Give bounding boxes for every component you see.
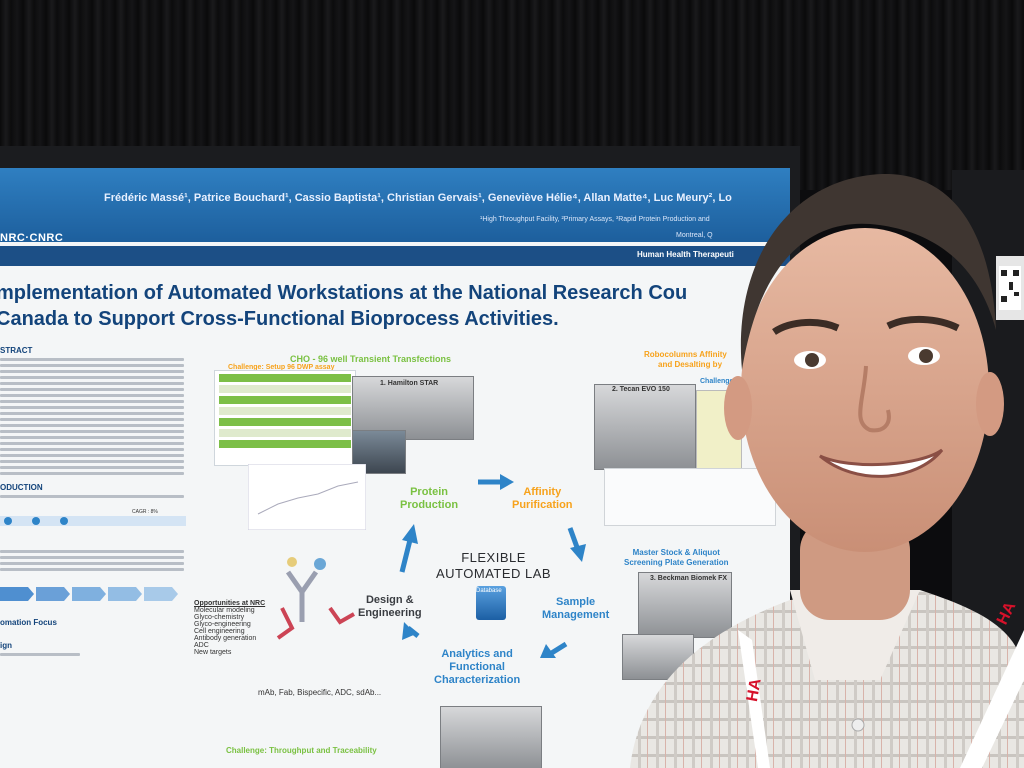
cycle-arrows — [399, 474, 586, 658]
table-row — [219, 385, 351, 393]
left-column: STRACT ODUCTION CAGR : 8% omation Focus … — [0, 346, 190, 768]
results-table — [214, 370, 356, 466]
text-line — [0, 400, 184, 403]
text-line — [0, 466, 184, 469]
opportunity-item: Molecular modeling — [194, 607, 255, 614]
text-line — [0, 454, 184, 457]
person-photo — [630, 173, 1024, 768]
text-line — [0, 406, 184, 409]
table-row — [219, 418, 351, 426]
table-row — [219, 440, 351, 448]
pipeline-arrows — [0, 587, 178, 601]
hamilton-label: 1. Hamilton STAR — [380, 380, 439, 387]
opportunities-box: Opportunities at NRC Molecular modeling … — [194, 600, 265, 656]
opportunity-item: Cell engineering — [194, 628, 245, 635]
text-line — [0, 394, 184, 397]
text-line — [0, 442, 184, 445]
design-heading: ign — [0, 641, 12, 650]
text-line — [0, 358, 184, 361]
text-line — [0, 418, 184, 421]
characterization-text: Characterization — [434, 674, 521, 686]
text-line — [0, 495, 184, 498]
table-row — [219, 407, 351, 415]
introduction-heading: ODUCTION — [0, 483, 43, 492]
antibody-illustration — [276, 557, 355, 640]
analytics-machine — [440, 706, 542, 768]
text-line — [0, 430, 184, 433]
text-line — [0, 376, 184, 379]
automation-focus-heading: omation Focus — [0, 618, 57, 627]
text-line — [0, 448, 184, 451]
scatter-plot — [248, 464, 366, 530]
text-line — [0, 364, 184, 367]
text-line — [0, 556, 184, 559]
text-line — [0, 460, 184, 463]
opportunity-item: Glyco-engineering — [194, 621, 251, 628]
text-line — [0, 424, 184, 427]
text-line — [0, 472, 184, 475]
cho-heading: CHO - 96 well Transient Transfections — [290, 354, 452, 364]
text-line — [0, 550, 184, 553]
text-line — [0, 370, 184, 373]
growth-chart: CAGR : 8% — [0, 509, 186, 526]
table-row — [219, 374, 351, 382]
text-line — [0, 562, 184, 565]
opportunities-heading: Opportunities at NRC — [194, 600, 266, 607]
bottom-challenge: Challenge: Throughput and Traceability — [226, 746, 377, 755]
table-row — [219, 396, 351, 404]
opportunity-item: ADC — [194, 642, 209, 649]
text-line — [0, 388, 184, 391]
text-line — [0, 382, 184, 385]
opportunity-item: Antibody generation — [194, 635, 257, 642]
text-line — [0, 412, 184, 415]
antibody-formats: mAb, Fab, Bispecific, ADC, sdAb... — [258, 688, 382, 697]
functional-text: Functional — [449, 661, 505, 673]
chart-note: CAGR : 8% — [132, 509, 158, 515]
nrc-logo: NRC·CNRC — [0, 232, 64, 244]
opportunity-item: Glyco-chemistry — [194, 614, 245, 621]
text-line — [0, 653, 80, 656]
table-row — [219, 429, 351, 437]
text-line — [0, 568, 184, 571]
text-line — [0, 436, 184, 439]
abstract-heading: STRACT — [0, 346, 33, 355]
opportunity-item: New targets — [194, 649, 232, 656]
